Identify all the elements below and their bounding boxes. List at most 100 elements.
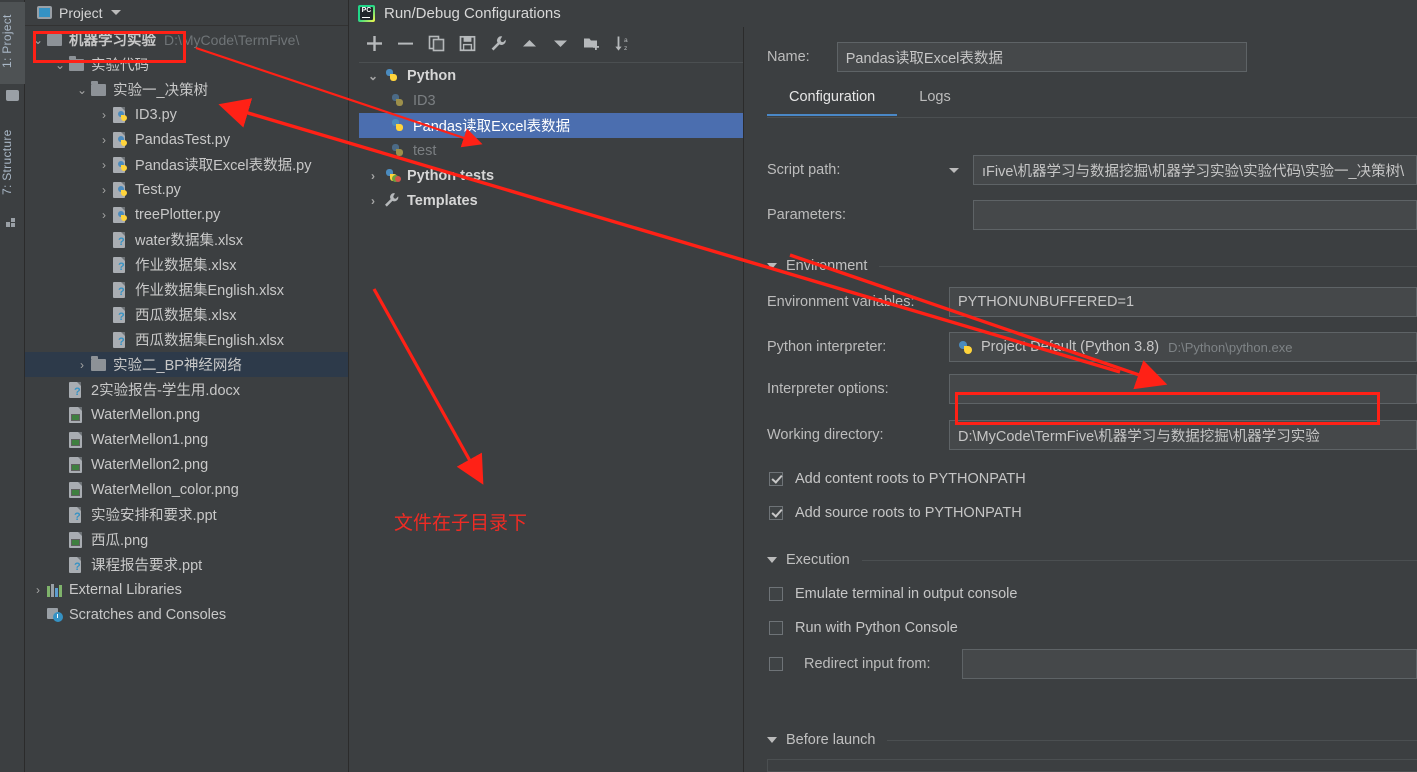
add-configuration-button[interactable] <box>359 31 390 57</box>
project-tree-row[interactable]: ⌄ 机器学习实验 D:\MyCode\TermFive\ <box>25 27 348 52</box>
configuration-tree-row[interactable]: ›test <box>359 138 743 163</box>
project-tree-row[interactable]: › External Libraries <box>25 577 348 602</box>
environment-variables-input[interactable]: PYTHONUNBUFFERED=1 <box>949 287 1417 317</box>
configuration-tree-row[interactable]: › Python tests <box>359 163 743 188</box>
tab-logs[interactable]: Logs <box>897 83 972 116</box>
parameters-input[interactable] <box>973 200 1417 230</box>
project-tree-row[interactable]: ›?实验安排和要求.ppt <box>25 502 348 527</box>
collapse-triangle-icon[interactable] <box>767 557 777 563</box>
tool-button-structure[interactable]: 7: Structure <box>0 120 25 208</box>
configuration-tree[interactable]: ⌄Python›ID3›Pandas读取Excel表数据›test›Python… <box>359 62 743 772</box>
chevron-right-icon[interactable]: › <box>363 169 383 183</box>
project-tree-row[interactable]: › PandasTest.py <box>25 127 348 152</box>
project-tree-row[interactable]: › Pandas读取Excel表数据.py <box>25 152 348 177</box>
chevron-right-icon[interactable]: › <box>97 184 111 196</box>
python-interpreter-select[interactable]: Project Default (Python 3.8) D:\Python\p… <box>949 332 1417 362</box>
interpreter-options-label: Interpreter options: <box>767 381 889 397</box>
configuration-tree-row[interactable]: ›Pandas读取Excel表数据 <box>359 113 743 138</box>
project-tree-row[interactable]: ⌄ 实验一_决策树 <box>25 77 348 102</box>
redirect-input-label: Redirect input from: <box>804 656 931 672</box>
project-tree-row[interactable]: › WaterMellon1.png <box>25 427 348 452</box>
script-path-input[interactable]: ıFive\机器学习与数据挖掘\机器学习实验\实验代码\实验一_决策树\ <box>973 155 1417 185</box>
add-content-roots-checkbox-row[interactable]: Add content roots to PYTHONPATH <box>769 471 1026 487</box>
configuration-tree-row[interactable]: ⌄ Python <box>359 63 743 88</box>
chevron-right-icon[interactable]: › <box>97 209 111 221</box>
chevron-down-icon[interactable]: ⌄ <box>53 59 67 71</box>
before-launch-section-header[interactable]: Before launch <box>767 730 1417 750</box>
collapse-triangle-icon[interactable] <box>767 737 777 743</box>
chevron-down-icon[interactable]: ⌄ <box>363 69 383 83</box>
chevron-right-icon[interactable]: › <box>31 584 45 596</box>
run-with-python-console-checkbox-row[interactable]: Run with Python Console <box>769 620 958 636</box>
collapse-triangle-icon[interactable] <box>767 263 777 269</box>
chevron-right-icon[interactable]: › <box>75 359 89 371</box>
tool-button-project[interactable]: 1: Project <box>0 2 25 84</box>
sort-az-icon[interactable]: az <box>607 31 638 57</box>
pycharm-logo-icon: PC <box>358 5 375 22</box>
environment-section-header[interactable]: Environment <box>767 256 1417 276</box>
working-directory-input[interactable]: D:\MyCode\TermFive\机器学习与数据挖掘\机器学习实验 <box>949 420 1417 450</box>
move-down-button[interactable] <box>545 31 576 57</box>
project-tree-label: 实验代码 <box>91 58 149 74</box>
tab-configuration[interactable]: Configuration <box>767 83 898 116</box>
folder-icon <box>45 31 65 48</box>
project-tree-row[interactable]: › WaterMellon2.png <box>25 452 348 477</box>
project-tree-label: WaterMellon_color.png <box>91 481 239 498</box>
move-up-button[interactable] <box>514 31 545 57</box>
unknown-file-icon: ? <box>111 331 131 348</box>
wrench-icon <box>383 192 405 209</box>
project-tree-row[interactable]: ›?water数据集.xlsx <box>25 227 348 252</box>
chevron-right-icon[interactable]: › <box>97 159 111 171</box>
project-tree-row[interactable]: ›?作业数据集.xlsx <box>25 252 348 277</box>
redirect-input-checkbox[interactable] <box>769 657 783 671</box>
project-tree-label: WaterMellon1.png <box>91 431 209 448</box>
scratches-icon <box>45 606 65 623</box>
add-source-roots-checkbox[interactable] <box>769 506 783 520</box>
run-with-python-console-checkbox[interactable] <box>769 621 783 635</box>
project-tree-row[interactable]: › Test.py <box>25 177 348 202</box>
folder-icon <box>67 56 87 73</box>
add-content-roots-checkbox[interactable] <box>769 472 783 486</box>
project-tree-row[interactable]: ⌄ 实验代码 <box>25 52 348 77</box>
emulate-terminal-checkbox[interactable] <box>769 587 783 601</box>
project-tree-row[interactable]: › 西瓜.png <box>25 527 348 552</box>
project-file-tree[interactable]: ⌄ 机器学习实验 D:\MyCode\TermFive\ ⌄ 实验代码 ⌄ 实验一_决策树 ›… <box>25 27 348 772</box>
script-path-dropdown-icon[interactable] <box>949 167 959 173</box>
wrench-icon[interactable] <box>483 31 514 57</box>
project-panel-header[interactable]: Project <box>25 0 348 26</box>
project-tree-row[interactable]: › Scratches and Consoles <box>25 602 348 627</box>
project-tree-row[interactable]: › WaterMellon.png <box>25 402 348 427</box>
copy-configuration-button[interactable] <box>421 31 452 57</box>
unknown-file-icon: ? <box>111 231 131 248</box>
project-tree-row[interactable]: › 实验二_BP神经网络 <box>25 352 348 377</box>
chevron-right-icon[interactable]: › <box>97 134 111 146</box>
remove-configuration-button[interactable] <box>390 31 421 57</box>
execution-section-header[interactable]: Execution <box>767 550 1417 570</box>
chevron-right-icon[interactable]: › <box>363 194 383 208</box>
configuration-tree-row[interactable]: ›ID3 <box>359 88 743 113</box>
project-tree-row[interactable]: › treePlotter.py <box>25 202 348 227</box>
project-tree-row[interactable]: ›?西瓜数据集.xlsx <box>25 302 348 327</box>
configuration-tree-row[interactable]: › Templates <box>359 188 743 213</box>
chevron-down-icon[interactable]: ⌄ <box>75 84 89 96</box>
project-tree-row[interactable]: › ID3.py <box>25 102 348 127</box>
chevron-down-icon[interactable]: ⌄ <box>31 34 45 46</box>
add-source-roots-checkbox-row[interactable]: Add source roots to PYTHONPATH <box>769 505 1022 521</box>
chevron-right-icon: › <box>97 309 111 321</box>
chevron-right-icon: › <box>97 284 111 296</box>
name-input[interactable]: Pandas读取Excel表数据 <box>836 42 1247 72</box>
python-file-icon <box>111 106 131 123</box>
emulate-terminal-label: Emulate terminal in output console <box>795 586 1018 602</box>
emulate-terminal-checkbox-row[interactable]: Emulate terminal in output console <box>769 586 1017 602</box>
project-tree-row[interactable]: › WaterMellon_color.png <box>25 477 348 502</box>
new-folder-button[interactable] <box>576 31 607 57</box>
project-tree-row[interactable]: ›?作业数据集English.xlsx <box>25 277 348 302</box>
interpreter-options-input[interactable] <box>949 374 1417 404</box>
save-configuration-button[interactable] <box>452 31 483 57</box>
project-tree-row[interactable]: ›?课程报告要求.ppt <box>25 552 348 577</box>
chevron-right-icon[interactable]: › <box>97 109 111 121</box>
project-tree-row[interactable]: ›?西瓜数据集English.xlsx <box>25 327 348 352</box>
redirect-input-field[interactable] <box>962 649 1417 679</box>
project-tree-row[interactable]: ›?2实验报告-学生用.docx <box>25 377 348 402</box>
chevron-down-icon[interactable] <box>110 10 121 15</box>
